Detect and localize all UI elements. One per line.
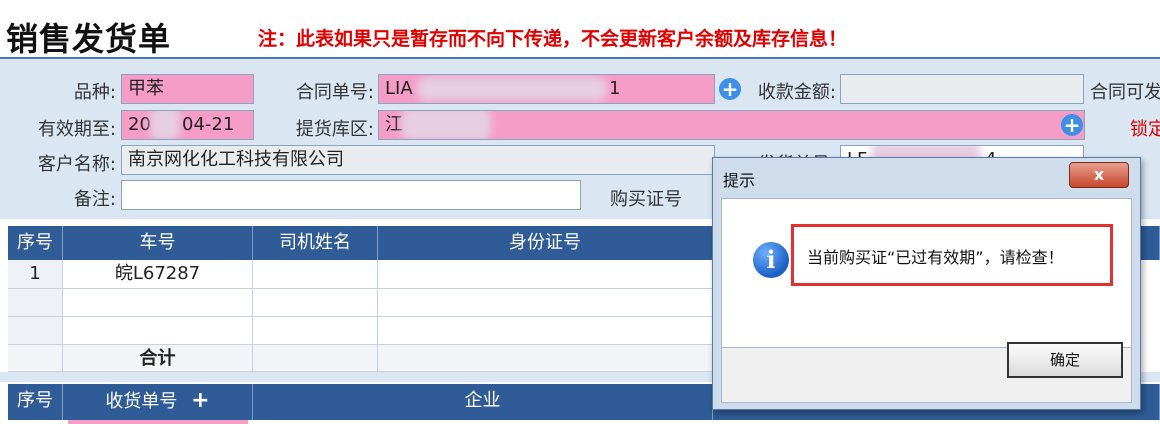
receipt-col-number: 收货单号 +: [63, 384, 253, 420]
valid-until-prefix: 20: [128, 114, 151, 135]
add-contract-plus-icon[interactable]: +: [719, 78, 741, 100]
vehicle-col-plate: 车号: [63, 226, 253, 260]
table-row-2-index[interactable]: [8, 289, 63, 317]
customer-name-label: 客户名称:: [37, 154, 116, 175]
close-icon: x: [1093, 165, 1105, 184]
warehouse-field[interactable]: 江: [378, 110, 1085, 140]
vehicle-col-index: 序号: [8, 226, 63, 260]
table-row-2-plate[interactable]: [63, 289, 253, 317]
valid-until-label: 有效期至:: [37, 119, 116, 140]
close-button[interactable]: x: [1069, 162, 1129, 188]
dialog-message: 当前购买证“已过有效期”，请检查！: [807, 248, 1064, 267]
lock-label: 锁定: [1130, 119, 1160, 140]
contract-number-prefix: LIA: [385, 78, 413, 99]
redacted-blur: [401, 111, 491, 139]
add-receipt-plus-icon[interactable]: +: [191, 384, 209, 418]
valid-until-field[interactable]: 20 04-21: [121, 110, 254, 140]
redacted-blur: [150, 111, 180, 139]
customer-name-field[interactable]: 南京网化化工科技有限公司: [121, 145, 715, 175]
table-row-1-plate[interactable]: 皖L67287: [63, 260, 253, 289]
page-title: 销售发货单: [6, 20, 172, 58]
alert-dialog: 提示 x i 当前购买证“已过有效期”，请检查！ 确定: [712, 157, 1141, 410]
variety-field[interactable]: 甲苯: [121, 74, 254, 104]
receipt-col-index: 序号: [8, 384, 63, 420]
warning-notice: 注：此表如果只是暂存而不向下传递，不会更新客户余额及库存信息！: [258, 28, 848, 50]
receipt-number-label: 收货单号: [105, 391, 178, 412]
vehicle-col-id-number: 身份证号: [378, 226, 713, 260]
table-row-3-driver[interactable]: [253, 317, 378, 345]
contract-available-label: 合同可发: [1090, 82, 1160, 103]
contract-number-suffix: 1: [609, 78, 621, 99]
payment-amount-field[interactable]: [840, 74, 1084, 104]
total-label: 合计: [63, 345, 253, 372]
total-row-driver: [253, 345, 378, 372]
purchase-cert-label: 购买证号: [610, 189, 682, 210]
table-row-1-driver[interactable]: [253, 260, 378, 289]
remark-label: 备注:: [73, 189, 116, 210]
ok-button[interactable]: 确定: [1007, 342, 1123, 378]
warehouse-label: 提货库区:: [295, 119, 374, 140]
receipt-col-company: 企业: [253, 384, 713, 420]
contract-label: 合同单号:: [295, 82, 374, 103]
table-row-3-plate[interactable]: [63, 317, 253, 345]
add-warehouse-plus-icon[interactable]: +: [1061, 114, 1083, 136]
remark-field[interactable]: [121, 180, 581, 210]
dialog-title: 提示: [723, 171, 756, 190]
total-row-id: [378, 345, 713, 372]
table-row-3-id[interactable]: [378, 317, 713, 345]
payment-amount-label: 收款金额:: [757, 82, 836, 103]
contract-number-field[interactable]: LIA 1: [378, 74, 715, 104]
vehicle-col-driver: 司机姓名: [253, 226, 378, 260]
pink-row-hint: [68, 420, 248, 424]
total-row-index: [8, 345, 63, 372]
valid-until-suffix: 04-21: [182, 114, 235, 135]
variety-label: 品种:: [73, 82, 116, 103]
table-row-3-index[interactable]: [8, 317, 63, 345]
table-row-2-driver[interactable]: [253, 289, 378, 317]
table-row-2-id[interactable]: [378, 289, 713, 317]
table-row-1-index[interactable]: 1: [8, 260, 63, 289]
table-row-1-id[interactable]: [378, 260, 713, 289]
info-icon: i: [753, 242, 789, 278]
redacted-blur: [417, 77, 607, 101]
